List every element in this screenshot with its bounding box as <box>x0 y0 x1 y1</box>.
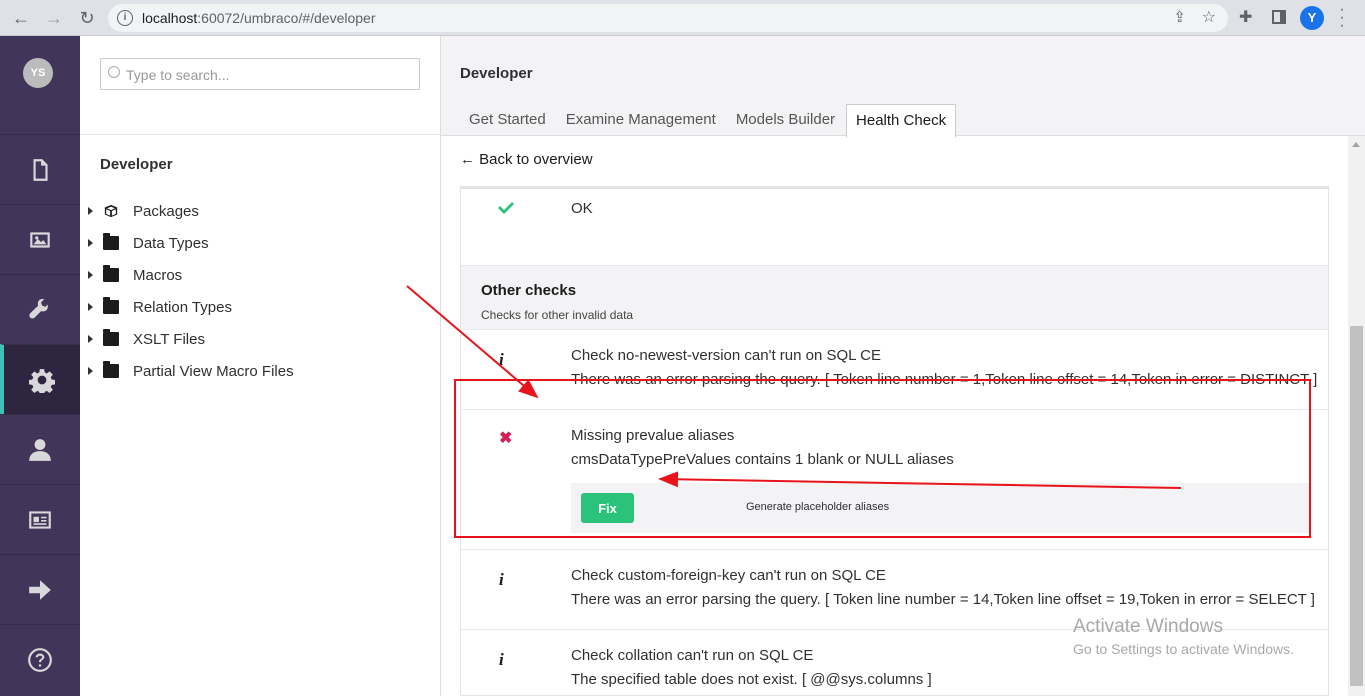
annotation-box <box>454 379 1311 538</box>
user-avatar[interactable]: YS <box>23 58 53 88</box>
extensions-icon[interactable]: ✚ <box>1239 7 1252 27</box>
url-text[interactable]: localhost:60072/umbraco/#/developer <box>142 10 376 26</box>
profile-avatar[interactable]: Y <box>1300 6 1324 30</box>
tree-item-label: Macros <box>133 266 183 284</box>
tab-get-started[interactable]: Get Started <box>460 104 555 137</box>
section-members[interactable] <box>0 484 80 554</box>
back-icon[interactable]: ← <box>9 6 33 30</box>
folder-icon <box>103 297 119 314</box>
caret-right-icon[interactable] <box>88 335 93 343</box>
tree-title: Developer <box>100 156 173 173</box>
user-icon <box>29 438 51 461</box>
tab-health-check[interactable]: Health Check <box>846 104 957 138</box>
folder-icon <box>103 265 119 282</box>
divider <box>80 134 440 135</box>
id-card-icon <box>29 510 51 529</box>
tree-item-relation-types[interactable]: Relation Types <box>86 296 426 318</box>
tree-item-macros[interactable]: Macros <box>86 264 426 286</box>
status-ok-label: OK <box>571 200 593 217</box>
watermark-title: Activate Windows <box>1073 616 1223 637</box>
arrow-right-icon <box>29 579 51 600</box>
gear-icon <box>29 368 55 393</box>
caret-right-icon[interactable] <box>88 303 93 311</box>
check-message: The specified table does not exist. [ @@… <box>571 671 932 688</box>
caret-right-icon[interactable] <box>88 271 93 279</box>
check-name: Check custom-foreign-key can't run on SQ… <box>571 567 886 584</box>
tree-item-label: Relation Types <box>133 298 232 316</box>
url-host: localhost <box>142 10 198 26</box>
tree-item-partial-view-macro-files[interactable]: Partial View Macro Files <box>86 360 426 382</box>
info-icon: i <box>499 350 504 369</box>
page-title: Developer <box>460 65 533 82</box>
tree-search[interactable] <box>100 58 420 90</box>
folder-icon <box>103 233 119 250</box>
caret-right-icon[interactable] <box>88 239 93 247</box>
info-icon: i <box>499 570 504 589</box>
tree-item-label: Packages <box>133 202 199 220</box>
tree-item-label: Partial View Macro Files <box>133 362 294 380</box>
tree-item-data-types[interactable]: Data Types <box>86 232 426 254</box>
caret-right-icon[interactable] <box>88 207 93 215</box>
wrench-icon <box>29 298 49 318</box>
star-icon[interactable]: ☆ <box>1202 7 1216 27</box>
info-icon: i <box>499 650 504 669</box>
tree-panel: Developer Packages Data Types Macros Rel… <box>80 36 441 696</box>
editor-header: Developer Get Started Examine Management… <box>441 36 1365 138</box>
section-help[interactable] <box>0 624 80 694</box>
group-header: Other checks Checks for other invalid da… <box>461 265 1328 329</box>
menu-icon[interactable]: · · · <box>1336 2 1348 34</box>
tree-item-label: XSLT Files <box>133 330 205 348</box>
side-panel-icon[interactable] <box>1272 10 1286 24</box>
section-rail: YS <box>0 36 80 696</box>
help-icon <box>28 647 52 672</box>
section-users[interactable] <box>0 414 80 484</box>
watermark-subtitle: Go to Settings to activate Windows. <box>1073 641 1294 657</box>
section-content[interactable] <box>0 134 80 204</box>
checkmark-icon <box>498 202 514 214</box>
forward-icon[interactable]: → <box>42 6 66 30</box>
section-developer[interactable] <box>0 344 80 414</box>
search-icon <box>108 66 120 78</box>
section-settings[interactable] <box>0 274 80 344</box>
tree-item-packages[interactable]: Packages <box>86 200 426 222</box>
tab-models-builder[interactable]: Models Builder <box>727 104 844 137</box>
browser-toolbar: ← → ↻ i localhost:60072/umbraco/#/develo… <box>0 0 1365 36</box>
caret-right-icon[interactable] <box>88 367 93 375</box>
scrollbar[interactable] <box>1348 136 1365 696</box>
folder-icon <box>103 329 119 346</box>
tab-bar: Get Started Examine Management Models Bu… <box>460 104 958 138</box>
package-icon <box>104 204 118 218</box>
search-input[interactable] <box>126 65 406 85</box>
activation-watermark: Activate Windows Go to Settings to activ… <box>1073 616 1294 657</box>
check-row-ok: OK <box>461 189 1328 265</box>
tab-examine-management[interactable]: Examine Management <box>557 104 725 137</box>
scroll-up-icon[interactable] <box>1352 142 1360 147</box>
info-icon[interactable]: i <box>117 10 133 26</box>
document-icon <box>33 158 48 181</box>
section-forms[interactable] <box>0 554 80 624</box>
share-icon[interactable]: ⇪ <box>1173 8 1186 26</box>
folder-icon <box>103 361 119 378</box>
image-icon <box>30 231 50 248</box>
url-path: :60072/umbraco/#/developer <box>197 10 376 26</box>
group-title: Other checks <box>481 282 577 299</box>
tree-item-label: Data Types <box>133 234 209 252</box>
check-message: There was an error parsing the query. [ … <box>571 591 1315 608</box>
main-content: Developer Get Started Examine Management… <box>441 36 1365 696</box>
scrollbar-thumb[interactable] <box>1350 326 1363 686</box>
reload-icon[interactable]: ↻ <box>75 6 99 30</box>
tree-item-xslt-files[interactable]: XSLT Files <box>86 328 426 350</box>
back-to-overview-link[interactable]: ← Back to overview <box>460 151 593 168</box>
check-name: Check collation can't run on SQL CE <box>571 647 814 664</box>
address-bar[interactable]: i localhost:60072/umbraco/#/developer ⇪ … <box>108 4 1228 32</box>
group-description: Checks for other invalid data <box>481 308 634 322</box>
section-media[interactable] <box>0 204 80 274</box>
check-name: Check no-newest-version can't run on SQL… <box>571 347 881 364</box>
